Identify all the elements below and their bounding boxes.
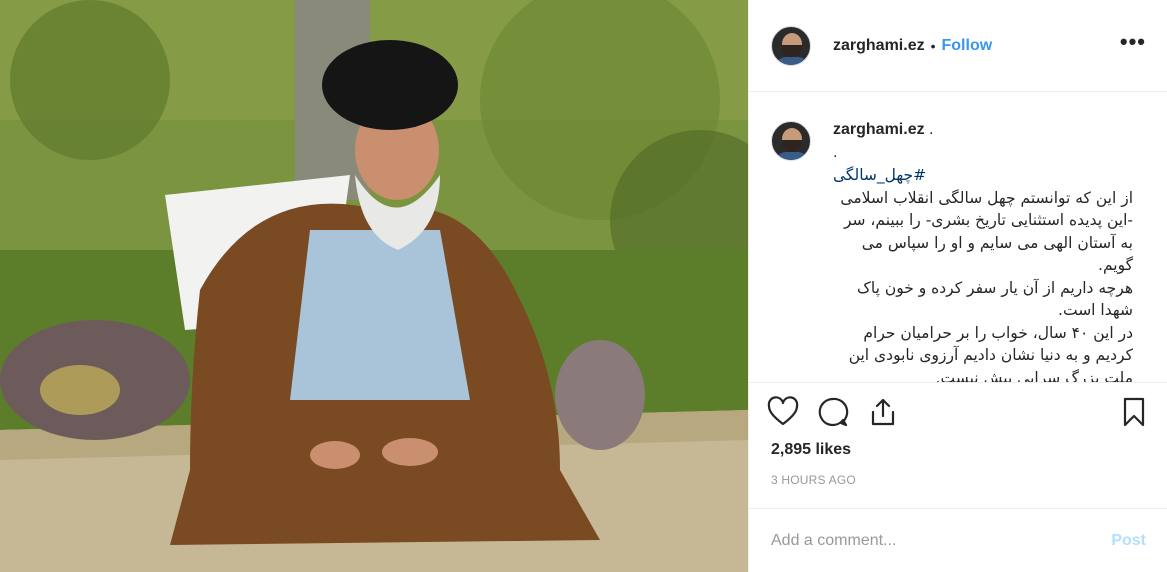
caption-line-2: . bbox=[833, 143, 838, 161]
comment-icon[interactable] bbox=[817, 396, 853, 432]
bookmark-icon[interactable] bbox=[1118, 396, 1154, 432]
post-image-illustration bbox=[0, 0, 748, 572]
post-header: zarghami.ez • Follow ••• bbox=[749, 0, 1167, 92]
post-timestamp[interactable]: 3 HOURS AGO bbox=[771, 473, 856, 487]
caption-line-4: از این که توانستم چهل سالگی انقلاب اسلام… bbox=[840, 188, 1133, 275]
heart-icon[interactable] bbox=[767, 396, 803, 432]
action-bar bbox=[749, 384, 1167, 444]
follow-button[interactable]: Follow bbox=[942, 37, 993, 55]
caption-avatar[interactable] bbox=[771, 121, 811, 161]
caption-line-6: در این ۴۰ سال، خواب را بر حرامیان حرام ک… bbox=[848, 323, 1133, 383]
post-comment-button[interactable]: Post bbox=[1111, 532, 1146, 550]
caption-text: zarghami.ez . . #چهل_سالگی از این که توا… bbox=[833, 119, 1133, 383]
caption-line-1: . bbox=[929, 121, 934, 138]
share-icon[interactable] bbox=[867, 396, 903, 432]
likes-count[interactable]: 2,895 likes bbox=[771, 441, 851, 459]
comment-input[interactable] bbox=[771, 531, 1112, 550]
hashtag-link[interactable]: #چهل_سالگی bbox=[833, 164, 1133, 187]
caption-line-5: هرچه داریم از آن یار سفر کرده و خون پاک … bbox=[857, 278, 1133, 320]
caption-username[interactable]: zarghami.ez bbox=[833, 121, 925, 138]
avatar[interactable] bbox=[771, 25, 811, 66]
post-sidebar: zarghami.ez • Follow ••• zarghami.ez . .… bbox=[748, 0, 1167, 572]
comment-form: Post bbox=[749, 508, 1167, 572]
separator-dot: • bbox=[930, 37, 936, 54]
username-link[interactable]: zarghami.ez bbox=[833, 37, 925, 55]
more-options-icon[interactable]: ••• bbox=[1120, 31, 1146, 53]
caption-area: zarghami.ez . . #چهل_سالگی از این که توا… bbox=[749, 93, 1167, 383]
caption-row: zarghami.ez . . #چهل_سالگی از این که توا… bbox=[771, 119, 1146, 383]
post-image[interactable] bbox=[0, 0, 748, 572]
